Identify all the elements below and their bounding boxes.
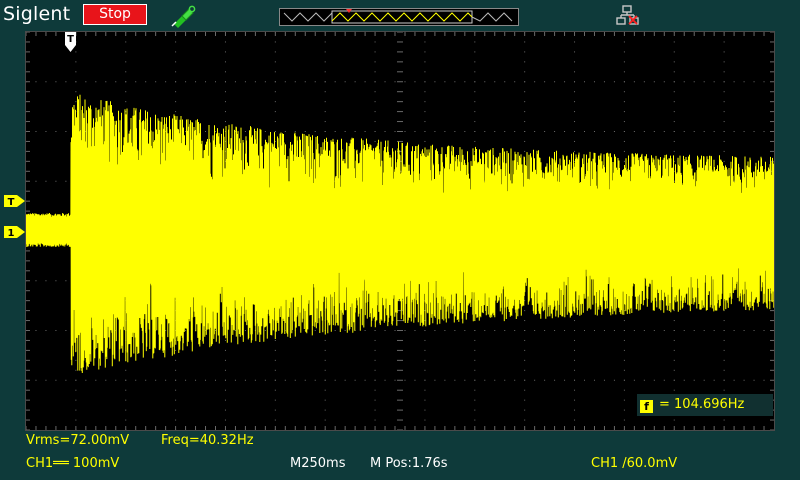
frequency-counter-icon: f xyxy=(640,400,653,413)
waveform-graticule xyxy=(26,32,774,430)
memory-overview-bar[interactable] xyxy=(279,8,519,26)
trigger-level-marker[interactable]: T xyxy=(3,193,27,208)
frequency-counter-value: = 104.696Hz xyxy=(659,397,745,412)
trigger-position-label: T xyxy=(67,34,74,45)
ch1-offset-label: 1 xyxy=(8,228,15,239)
trigger-position-marker[interactable]: T xyxy=(64,31,77,53)
frequency-counter: f = 104.696Hz xyxy=(637,394,773,416)
waveform-display[interactable] xyxy=(25,31,775,431)
trigger-settings[interactable]: CH1 /60.0mV xyxy=(591,456,677,471)
brand-logo: Siglent xyxy=(3,3,71,25)
run-stop-button[interactable]: Stop xyxy=(83,4,147,25)
ch1-offset-marker[interactable]: 1 xyxy=(3,224,27,239)
ch1-scale[interactable]: CH1══ 100mV xyxy=(26,456,119,471)
network-icon xyxy=(616,5,640,27)
vrms-measurement: Vrms=72.00mV xyxy=(26,433,130,448)
trigger-level-label: T xyxy=(8,197,15,208)
horizontal-position[interactable]: M Pos:1.76s xyxy=(370,456,448,471)
freq-measurement: Freq=40.32Hz xyxy=(161,433,254,448)
trigger-probe-icon xyxy=(170,4,196,28)
ch1-waveform xyxy=(26,94,774,374)
timebase-scale[interactable]: M250ms xyxy=(290,456,345,471)
top-bar: Siglent Stop xyxy=(0,0,800,30)
